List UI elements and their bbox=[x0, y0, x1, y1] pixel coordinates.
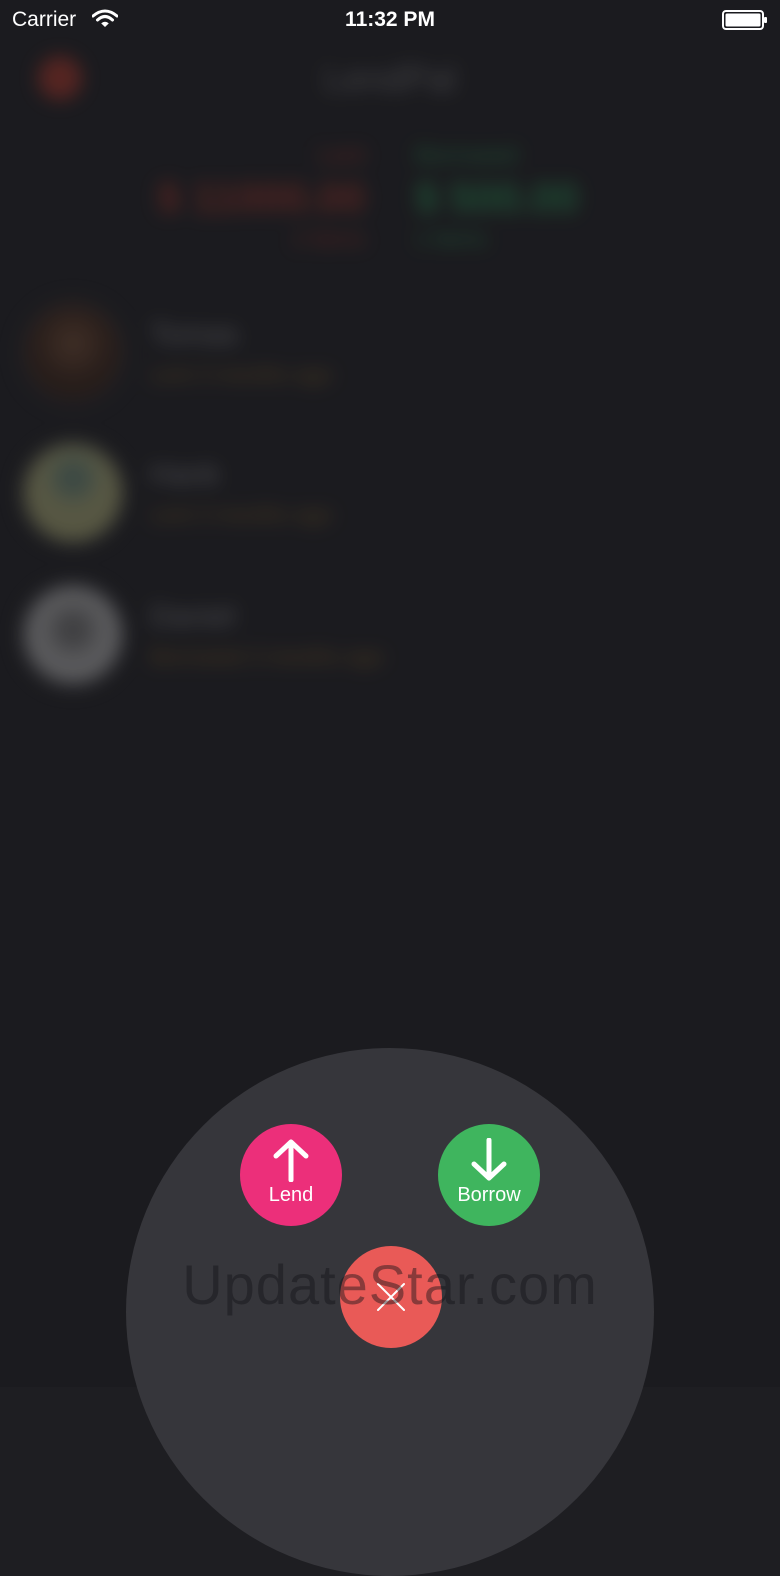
arrow-down-icon bbox=[471, 1138, 507, 1181]
watermark: UpdateStar.com bbox=[182, 1253, 598, 1316]
arrow-up-icon bbox=[273, 1139, 309, 1182]
status-bar: Carrier 11:32 PM bbox=[0, 0, 780, 40]
borrow-button[interactable]: Borrow bbox=[438, 1124, 540, 1226]
borrow-label: Borrow bbox=[457, 1184, 521, 1206]
lend-label: Lend bbox=[268, 1184, 314, 1206]
battery-full-icon bbox=[722, 9, 768, 36]
clock: 11:32 PM bbox=[345, 8, 435, 31]
lend-button[interactable]: Lend bbox=[240, 1124, 342, 1226]
